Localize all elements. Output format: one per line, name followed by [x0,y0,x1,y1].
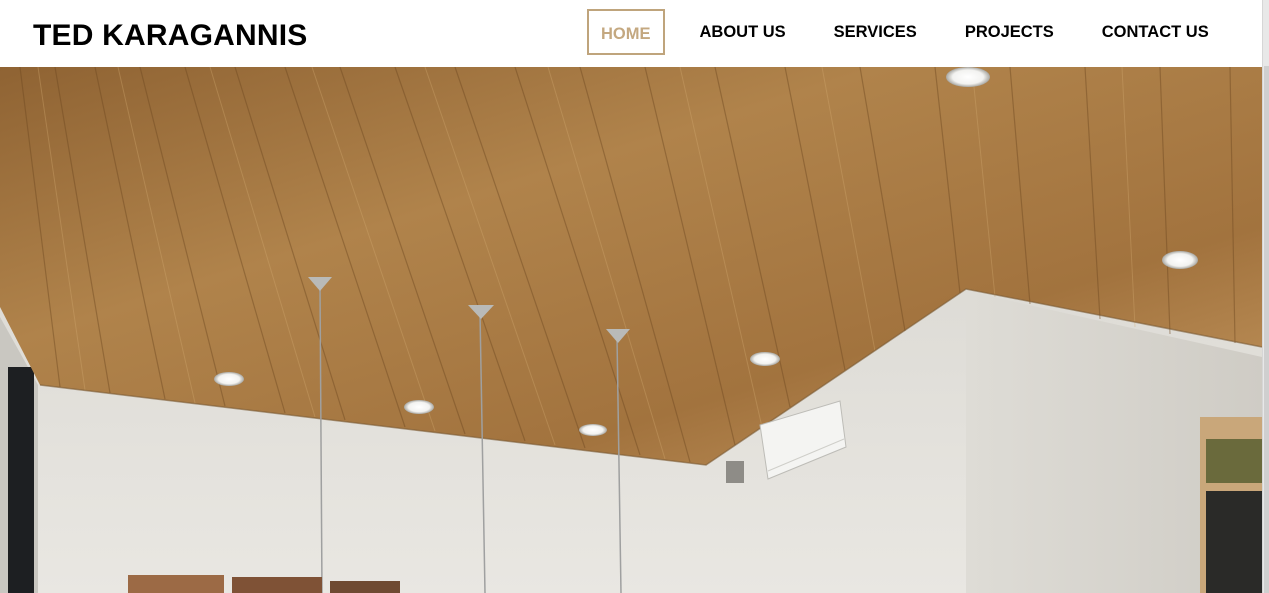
nav-services[interactable]: SERVICES [834,9,917,55]
site-logo-text[interactable]: TED KARAGANNIS [33,17,307,55]
site-header: TED KARAGANNIS HOME ABOUT US SERVICES PR… [0,0,1262,67]
nav-about-us[interactable]: ABOUT US [700,9,786,55]
page-scrollbar[interactable] [1262,0,1269,593]
main-nav: HOME ABOUT US SERVICES PROJECTS CONTACT … [587,9,1209,55]
scrollbar-thumb[interactable] [1264,66,1269,593]
nav-projects[interactable]: PROJECTS [965,9,1054,55]
hero-photo-illustration [0,67,1262,593]
hero-image [0,67,1262,593]
nav-home[interactable]: HOME [587,9,665,55]
nav-contact-us[interactable]: CONTACT US [1102,9,1209,55]
